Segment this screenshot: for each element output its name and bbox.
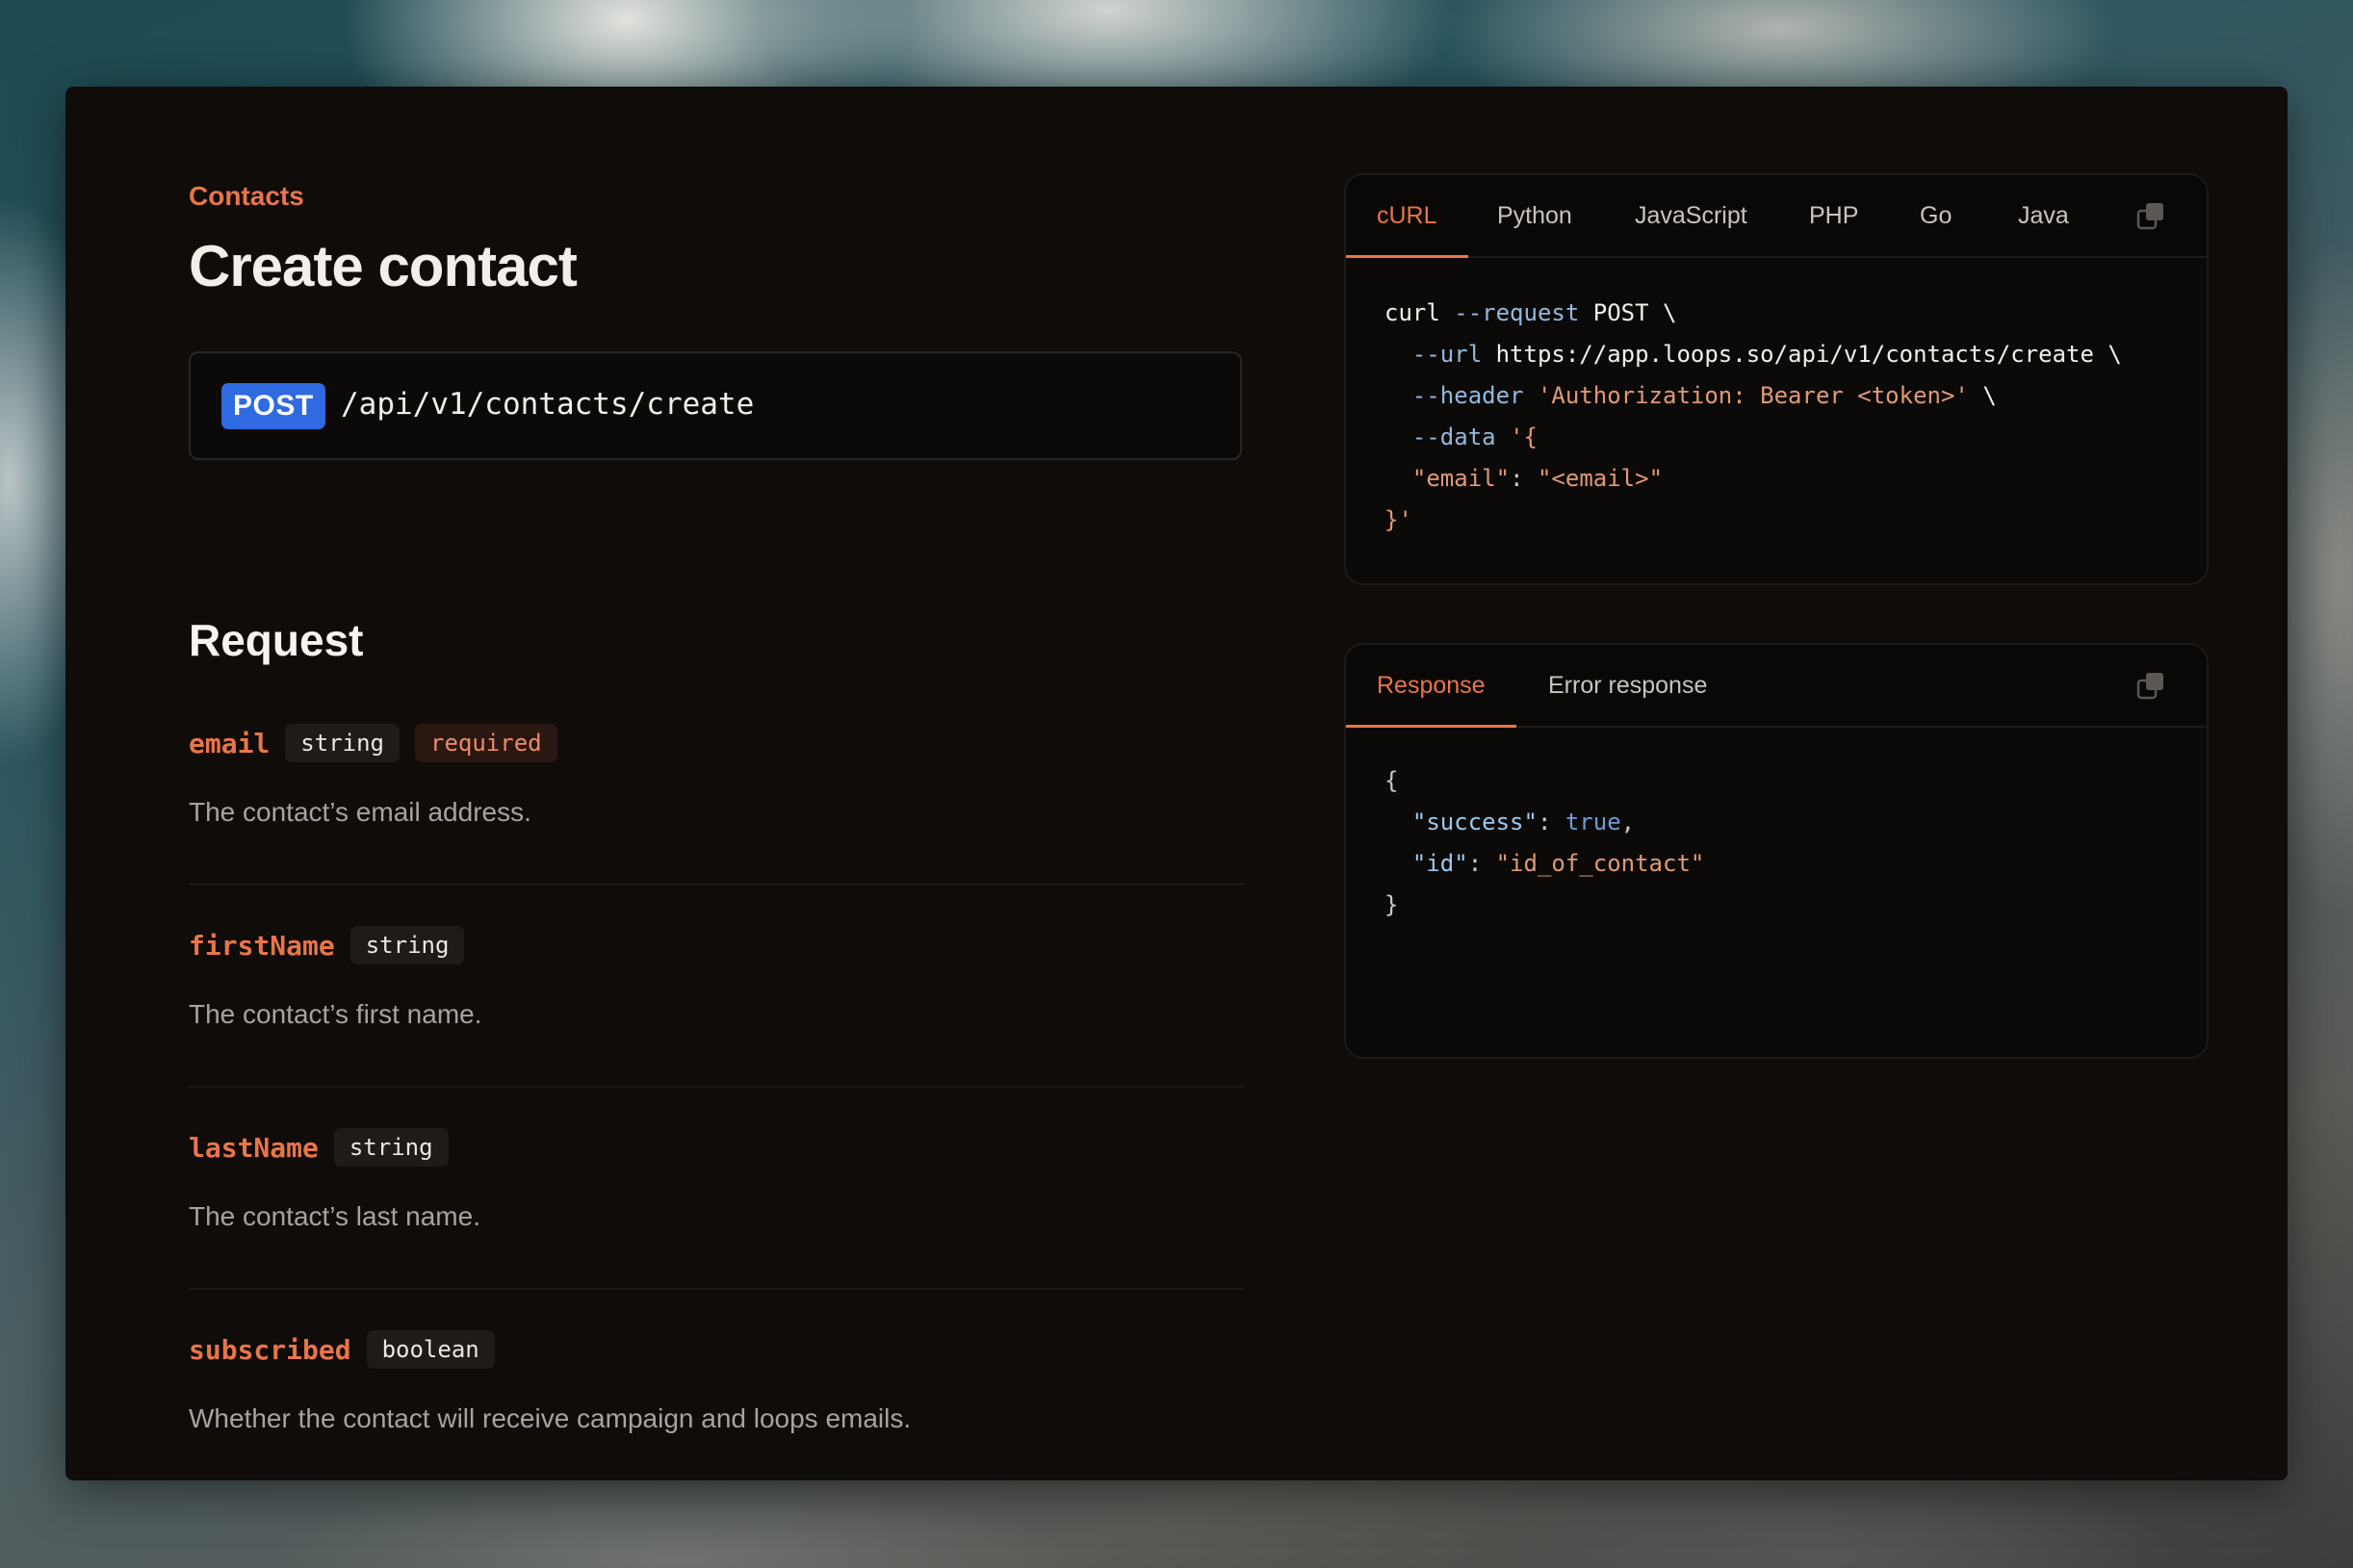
type-badge: string — [333, 1128, 449, 1167]
code-token: "id" — [1411, 850, 1468, 877]
copy-icon[interactable] — [2135, 671, 2166, 702]
tab-go[interactable]: Go — [1920, 175, 1952, 256]
code-token: "<email>" — [1537, 465, 1664, 492]
param-firstname: firstName string The contact’s first nam… — [189, 926, 1244, 1088]
language-tabs: cURL Python JavaScript PHP Go Java — [1346, 175, 2207, 258]
required-badge: required — [415, 724, 557, 762]
response-tabs: Response Error response — [1346, 645, 2207, 728]
param-name: email — [189, 727, 271, 759]
tab-javascript[interactable]: JavaScript — [1635, 175, 1747, 256]
type-badge: string — [285, 724, 400, 762]
copy-icon[interactable] — [2135, 201, 2166, 232]
param-description: Whether the contact will receive campaig… — [189, 1403, 912, 1433]
code-token: "success" — [1411, 809, 1538, 835]
response-panel: Response Error response { "success": tru… — [1344, 643, 2209, 1059]
tab-error-response[interactable]: Error response — [1548, 645, 1707, 726]
param-name: lastName — [189, 1131, 319, 1164]
tab-curl[interactable]: cURL — [1346, 175, 1467, 258]
code-token: : — [1510, 465, 1524, 492]
type-badge: string — [349, 926, 465, 964]
param-description: The contact’s first name. — [189, 999, 482, 1029]
response-code: { "success": true, "id": "id_of_contact"… — [1384, 760, 1704, 926]
tab-python[interactable]: Python — [1497, 175, 1572, 256]
code-sample-panel: cURL Python JavaScript PHP Go Java curl … — [1344, 173, 2209, 585]
request-heading: Request — [189, 615, 364, 665]
param-name: firstName — [189, 929, 335, 962]
code-token: }' — [1384, 506, 1412, 533]
code-token: \ — [2107, 341, 2122, 368]
tab-php[interactable]: PHP — [1809, 175, 1858, 256]
api-doc-card: Contacts Create contact POST /api/v1/con… — [65, 87, 2288, 1480]
param-description: The contact’s last name. — [189, 1201, 480, 1231]
code-token: https://app.loops.so/api/v1/contacts/cre… — [1495, 341, 2094, 368]
tab-java[interactable]: Java — [2018, 175, 2069, 256]
page-title: Create contact — [189, 234, 578, 298]
breadcrumb[interactable]: Contacts — [189, 181, 304, 212]
param-description: The contact’s email address. — [189, 797, 531, 827]
code-token: --request — [1454, 299, 1580, 326]
endpoint-bar: POST /api/v1/contacts/create — [189, 351, 1242, 460]
code-token: } — [1384, 891, 1399, 918]
code-token: --header — [1411, 382, 1524, 409]
code-token: --url — [1411, 341, 1483, 368]
code-token: , — [1620, 809, 1636, 835]
code-token: POST — [1592, 299, 1649, 326]
tab-response[interactable]: Response — [1346, 645, 1516, 728]
param-email: email string required The contact’s emai… — [189, 724, 1244, 886]
code-token: '{ — [1510, 424, 1538, 450]
param-subscribed: subscribed boolean Whether the contact w… — [189, 1330, 1244, 1480]
type-badge: boolean — [366, 1330, 495, 1369]
code-token: : — [1467, 850, 1483, 877]
curl-code: curl --request POST \ --url https://app.… — [1384, 293, 2122, 541]
code-token: curl — [1384, 299, 1440, 326]
code-token: "id_of_contact" — [1495, 850, 1705, 877]
param-lastname: lastName string The contact’s last name. — [189, 1128, 1244, 1290]
code-token: : — [1537, 809, 1552, 835]
code-token: --data — [1411, 424, 1496, 450]
code-token: { — [1384, 767, 1399, 794]
code-token: \ — [1982, 382, 1997, 409]
param-name: subscribed — [189, 1333, 351, 1366]
endpoint-path: /api/v1/contacts/create — [341, 387, 755, 422]
method-badge: POST — [221, 383, 325, 429]
code-token: 'Authorization: Bearer <token>' — [1537, 382, 1969, 409]
code-token: true — [1564, 809, 1621, 835]
code-token: "email" — [1411, 465, 1511, 492]
code-token: \ — [1663, 299, 1677, 326]
